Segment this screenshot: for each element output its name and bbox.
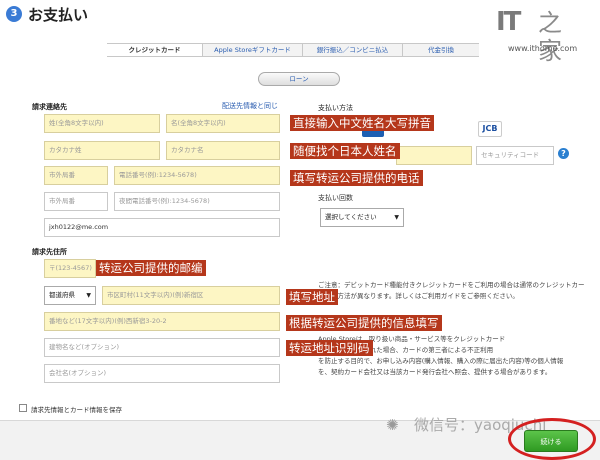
save-info-label: 請求先情報とカード情報を保存	[31, 406, 122, 414]
email-input[interactable]: jxh0122@me.com	[44, 218, 280, 237]
help-icon[interactable]: ?	[558, 148, 569, 159]
debit-card-note: ご注意：デビットカード種能付きクレジットカードをご利用の場合は通常のクレジットカ…	[318, 281, 585, 300]
first-name-input[interactable]: 名(全角8文字以内)	[166, 114, 280, 133]
street-input[interactable]: 番地など(17文字以内)(例)西新宿3-20-2	[44, 312, 280, 331]
billing-address-label: 請求先住所	[32, 248, 67, 256]
area-code-night-input[interactable]: 市外局番	[44, 192, 108, 211]
annotation-info: 根据转运公司提供的信息填写	[286, 315, 442, 331]
page-title: お支払い	[28, 6, 89, 24]
ithome-logo-url: www.ithome.com	[508, 44, 578, 53]
tab-credit-card[interactable]: クレジットカード	[107, 44, 203, 56]
ithome-logo-mark: 之家	[538, 9, 562, 65]
security-code-input[interactable]: セキュリティコード	[476, 146, 554, 165]
chevron-down-icon: ▼	[394, 214, 399, 221]
zip-input[interactable]: 〒(123-4567)	[44, 259, 96, 278]
wechat-icon: ✺	[386, 416, 399, 434]
night-phone-input[interactable]: 夜間電話番号(例):1234-5678)	[114, 192, 280, 211]
tab-cash-on-delivery[interactable]: 代金引換	[403, 44, 479, 56]
building-input[interactable]: 建物名など(オプション)	[44, 338, 280, 357]
chevron-down-icon: ▼	[86, 292, 91, 299]
tab-bank-transfer[interactable]: 銀行振込／コンビニ払込	[303, 44, 403, 56]
ithome-logo-it: IT	[496, 7, 521, 37]
installments-value: 選択してください	[325, 213, 377, 221]
billing-contact-label: 請求連絡先	[32, 103, 67, 111]
highlight-circle	[508, 418, 596, 460]
first-name-kana-input[interactable]: カタカナ名	[166, 141, 280, 160]
step-number-badge: 3	[6, 6, 22, 22]
installments-select[interactable]: 選択してください ▼	[320, 208, 404, 227]
card-number-input-end[interactable]	[396, 146, 472, 165]
payment-tabs: クレジットカード Apple Storeギフトカード 銀行振込／コンビニ払込 代…	[107, 43, 479, 57]
last-name-kana-input[interactable]: カタカナ姓	[44, 141, 160, 160]
save-info-checkbox[interactable]	[19, 404, 27, 412]
company-input[interactable]: 会社名(オプション)	[44, 364, 280, 383]
tab-gift-card[interactable]: Apple Storeギフトカード	[203, 44, 303, 56]
annotation-zip: 转运公司提供的邮编	[96, 260, 206, 276]
area-code-input[interactable]: 市外局番	[44, 166, 108, 185]
same-as-shipping-link[interactable]: 配送先情報と同じ	[222, 101, 278, 111]
city-input[interactable]: 市区町村(11文字以内)(例)新宿区	[102, 286, 280, 305]
payment-method-label: 支払い方法	[318, 104, 353, 112]
phone-input[interactable]: 電話番号(例):1234-5678)	[114, 166, 280, 185]
annotation-kana: 随便找个日本人姓名	[290, 143, 400, 159]
last-name-input[interactable]: 姓(全角8文字以内)	[44, 114, 160, 133]
prefecture-select[interactable]: 都道府県 ▼	[44, 286, 96, 305]
annotation-name: 直接输入中文姓名大写拼音	[290, 115, 434, 131]
installments-label: 支払い回数	[318, 194, 353, 202]
annotation-address: 填写地址	[286, 289, 338, 305]
annotation-code: 转运地址识别码	[286, 340, 373, 356]
loan-button[interactable]: ローン	[258, 72, 340, 86]
prefecture-value: 都道府県	[49, 291, 75, 299]
annotation-phone: 填写转运公司提供的电话	[290, 170, 423, 186]
jcb-icon: JCB	[478, 121, 502, 137]
